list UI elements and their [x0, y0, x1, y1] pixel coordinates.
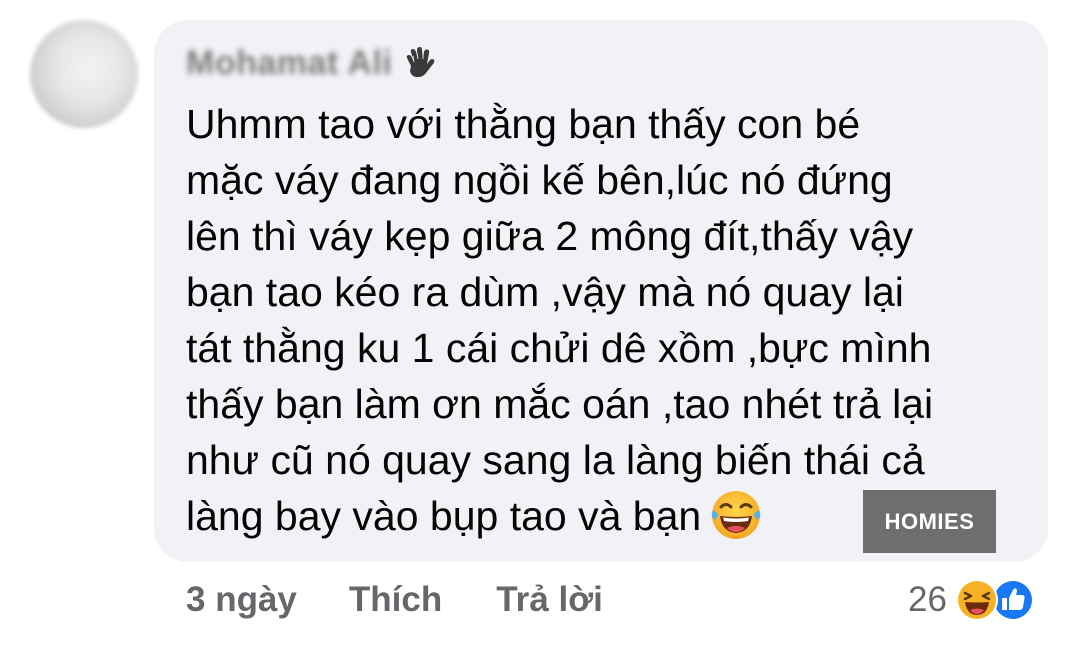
- comment-line: làng bay vào bụp tao và bạn: [186, 493, 702, 539]
- comment-line: thấy bạn làm ơn mắc oán ,tao nhét trả lạ…: [186, 381, 934, 427]
- like-button[interactable]: Thích: [349, 580, 442, 620]
- comment-text: Uhmm tao với thằng bạn thấy con bé mặc v…: [186, 96, 1026, 544]
- haha-reaction-icon: [955, 579, 998, 621]
- comment-line: bạn tao kéo ra dùm ,vậy mà nó quay lại: [186, 269, 904, 315]
- comment-author-row: Mohamat Ali: [186, 40, 436, 86]
- reaction-summary[interactable]: 26: [908, 576, 1041, 624]
- comment-line: như cũ nó quay sang la làng biến thái cả: [186, 437, 925, 483]
- comment-timestamp[interactable]: 3 ngày: [186, 580, 297, 620]
- comment-line: tát thằng ku 1 cái chửi dê xồm ,bực mình: [186, 325, 932, 371]
- author-name[interactable]: Mohamat Ali: [186, 44, 392, 83]
- reply-button[interactable]: Trả lời: [496, 580, 603, 620]
- avatar[interactable]: [30, 20, 138, 128]
- reaction-icons: [955, 576, 1041, 624]
- comment-line: mặc váy đang ngồi kế bên,lúc nó đứng: [186, 157, 893, 203]
- comment-line: lên thì váy kẹp giữa 2 mông đít,thấy vậy: [186, 213, 914, 259]
- comment-line: Uhmm tao với thằng bạn thấy con bé: [186, 101, 861, 147]
- comment-actions: 3 ngày Thích Trả lời: [186, 578, 603, 622]
- comment-screenshot: Mohamat Ali Uhmm tao với thằng bạn thấy …: [0, 0, 1079, 657]
- reaction-count: 26: [908, 580, 947, 619]
- tears-of-joy-emoji-icon: [711, 491, 761, 539]
- author-name-text: Mohamat Ali: [186, 43, 393, 82]
- wave-hand-icon: [407, 47, 435, 78]
- homies-watermark: HOMIES: [863, 490, 996, 553]
